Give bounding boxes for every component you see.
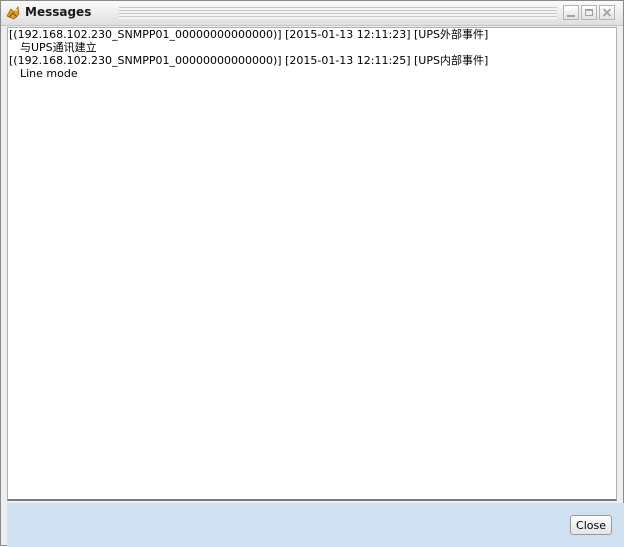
maximize-button[interactable] xyxy=(581,5,597,20)
messages-window: Messages [(192.168.102.230_SNMPP01_00000… xyxy=(0,0,624,547)
close-button[interactable]: Close xyxy=(570,515,612,535)
dialog-footer: Close xyxy=(7,503,624,547)
log-entry-body: Line mode xyxy=(20,67,78,80)
messages-app-icon xyxy=(5,5,21,21)
log-entry-header: [(192.168.102.230_SNMPP01_00000000000000… xyxy=(9,54,489,67)
window-close-button[interactable] xyxy=(599,5,615,20)
title-bar[interactable]: Messages xyxy=(1,1,623,26)
minimize-icon xyxy=(567,15,575,17)
messages-log[interactable]: [(192.168.102.230_SNMPP01_00000000000000… xyxy=(7,27,617,501)
title-bar-grip xyxy=(119,7,557,19)
log-entry-header: [(192.168.102.230_SNMPP01_00000000000000… xyxy=(9,28,489,41)
log-entry: [(192.168.102.230_SNMPP01_00000000000000… xyxy=(8,54,616,80)
maximize-icon xyxy=(585,9,593,16)
close-icon xyxy=(602,8,612,17)
log-entry: [(192.168.102.230_SNMPP01_00000000000000… xyxy=(8,28,616,54)
minimize-button[interactable] xyxy=(563,5,579,20)
log-entry-body: 与UPS通讯建立 xyxy=(20,41,97,54)
window-title: Messages xyxy=(25,5,92,19)
